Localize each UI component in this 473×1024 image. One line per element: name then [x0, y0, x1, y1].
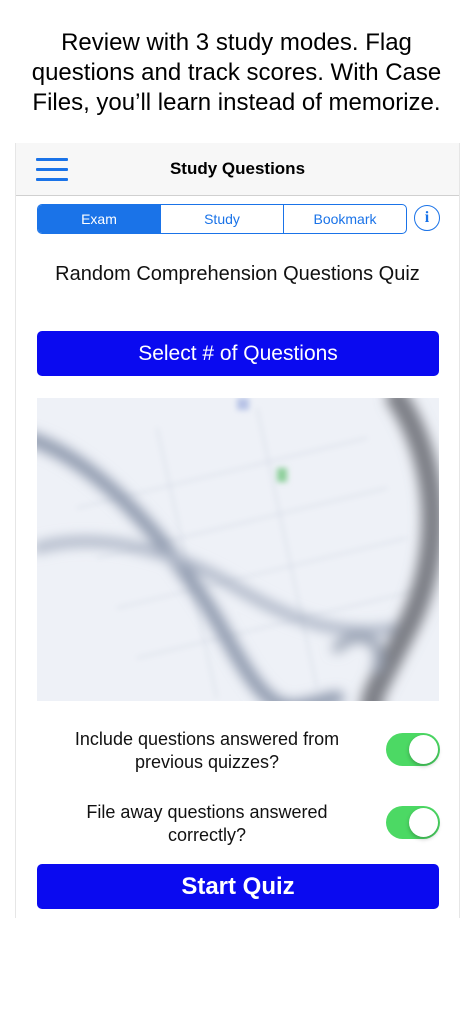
- caption-line-3: Files, you’ll learn instead of memorize.: [32, 89, 441, 116]
- tab-bookmark[interactable]: Bookmark: [283, 205, 406, 233]
- option-include-previous-line-2: previous quizzes?: [134, 752, 280, 772]
- tab-study[interactable]: Study: [160, 205, 283, 233]
- start-quiz-button[interactable]: Start Quiz: [37, 864, 439, 909]
- option-include-previous: Include questions answered from previous…: [37, 728, 440, 788]
- toggle-knob: [409, 808, 438, 837]
- stethoscope-background-image: [37, 398, 439, 701]
- app-screen: Study Questions Exam Study Bookmark i Ra…: [15, 143, 460, 918]
- option-include-previous-line-1: Include questions answered from: [74, 729, 340, 749]
- option-include-previous-label: Include questions answered from previous…: [37, 728, 377, 774]
- file-away-correct-toggle[interactable]: [386, 806, 440, 839]
- quiz-title: Random Comprehension Questions Quiz: [55, 263, 420, 285]
- option-file-away-correct: File away questions answered correctly?: [37, 801, 440, 861]
- caption-line-2: questions and track scores. With Case: [31, 59, 442, 86]
- mode-selector-row: Exam Study Bookmark i: [16, 196, 459, 242]
- promo-caption: Review with 3 study modes. Flag question…: [0, 28, 473, 118]
- select-number-of-questions-button[interactable]: Select # of Questions: [37, 331, 439, 376]
- option-file-away-line-2: correctly?: [167, 825, 247, 845]
- caption-line-1: Review with 3 study modes. Flag: [61, 29, 412, 56]
- page-title: Study Questions: [169, 159, 306, 178]
- info-icon[interactable]: i: [414, 205, 440, 231]
- study-mode-segmented-control: Exam Study Bookmark: [37, 204, 407, 234]
- option-file-away-label: File away questions answered correctly?: [37, 801, 377, 847]
- tab-exam[interactable]: Exam: [38, 205, 160, 233]
- include-previous-toggle[interactable]: [386, 733, 440, 766]
- option-file-away-line-1: File away questions answered: [86, 802, 328, 822]
- toggle-knob: [409, 735, 438, 764]
- navigation-bar: Study Questions: [16, 143, 459, 196]
- hamburger-menu-icon[interactable]: [36, 158, 68, 182]
- stethoscope-illustration: [37, 398, 439, 701]
